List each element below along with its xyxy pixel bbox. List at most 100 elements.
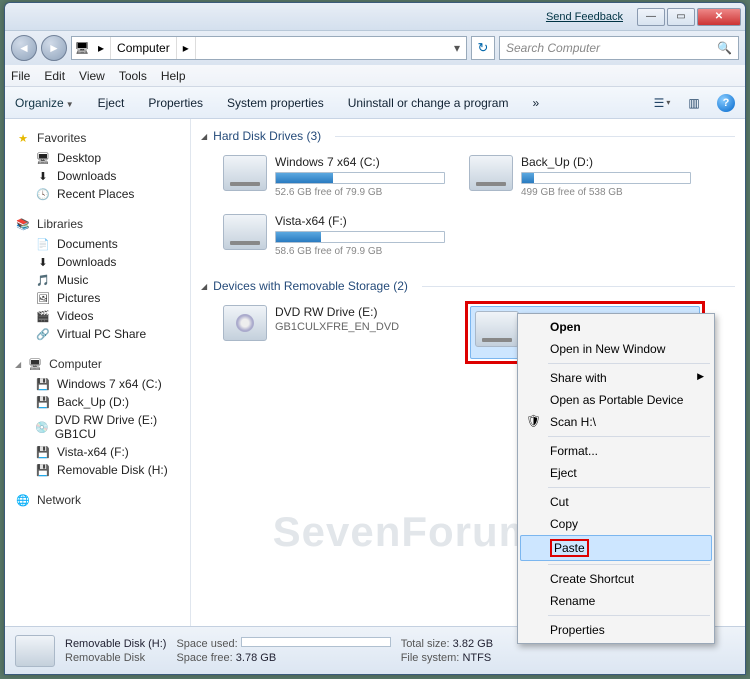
submenu-arrow-icon: ▶ xyxy=(697,371,704,382)
toolbar-overflow[interactable]: » xyxy=(532,96,539,110)
ctx-scan[interactable]: 🛡Scan H:\ xyxy=(520,411,712,433)
computer-icon: 🖥 xyxy=(72,41,92,55)
sidebar-recent[interactable]: 🕓Recent Places xyxy=(9,185,186,203)
sidebar-desktop[interactable]: 🖥Desktop xyxy=(9,149,186,167)
system-properties-button[interactable]: System properties xyxy=(227,96,324,110)
ctx-portable[interactable]: Open as Portable Device xyxy=(520,389,712,411)
shield-icon: 🛡 xyxy=(526,414,542,430)
menu-tools[interactable]: Tools xyxy=(119,69,147,83)
status-total-label: Total size: xyxy=(401,638,450,650)
search-input[interactable]: Search Computer 🔍 xyxy=(499,36,739,60)
ctx-open[interactable]: Open xyxy=(520,316,712,338)
documents-icon: 📄 xyxy=(35,237,51,251)
group-hdd-header[interactable]: ◢Hard Disk Drives (3) xyxy=(201,127,735,145)
ctx-eject[interactable]: Eject xyxy=(520,462,712,484)
network-header[interactable]: 🌐Network xyxy=(9,489,186,511)
sidebar-vpc[interactable]: 🔗Virtual PC Share xyxy=(9,325,186,343)
menu-help[interactable]: Help xyxy=(161,69,186,83)
breadcrumb-computer[interactable]: Computer xyxy=(111,37,177,59)
breadcrumb-arrow[interactable]: ▸ xyxy=(92,37,111,59)
ctx-share-with[interactable]: Share with▶ xyxy=(520,367,712,389)
network-icon: 🌐 xyxy=(15,493,31,507)
status-free-label: Space free: xyxy=(176,652,232,664)
close-button[interactable]: ✕ xyxy=(697,8,741,26)
breadcrumb-arrow2[interactable]: ▸ xyxy=(177,37,196,59)
sidebar-drive-h[interactable]: 💾Removable Disk (H:) xyxy=(9,461,186,479)
minimize-button[interactable]: — xyxy=(637,8,665,26)
usage-bar xyxy=(275,172,445,184)
drive-icon: 💾 xyxy=(35,395,51,409)
status-free-val: 3.78 GB xyxy=(236,652,276,664)
status-used-bar xyxy=(241,637,391,647)
menu-file[interactable]: File xyxy=(11,69,30,83)
drive-c[interactable]: Windows 7 x64 (C:) 52.6 GB free of 79.9 … xyxy=(219,151,449,202)
explorer-window: Send Feedback — ▭ ✕ ◄ ► 🖥 ▸ Computer ▸ ▾… xyxy=(4,2,746,675)
preview-pane-button[interactable]: ▥ xyxy=(685,94,703,112)
context-menu: Open Open in New Window Share with▶ Open… xyxy=(517,313,715,644)
downloads-icon: ⬇ xyxy=(35,255,51,269)
ctx-shortcut[interactable]: Create Shortcut xyxy=(520,568,712,590)
sidebar-downloads[interactable]: ⬇Downloads xyxy=(9,167,186,185)
drive-icon: 💾 xyxy=(35,445,51,459)
ctx-cut[interactable]: Cut xyxy=(520,491,712,513)
drive-free: 58.6 GB free of 79.9 GB xyxy=(275,246,445,257)
menu-edit[interactable]: Edit xyxy=(44,69,65,83)
ctx-open-new-window[interactable]: Open in New Window xyxy=(520,338,712,360)
menu-view[interactable]: View xyxy=(79,69,105,83)
refresh-button[interactable]: ↻ xyxy=(471,36,495,60)
libraries-header[interactable]: 📚Libraries xyxy=(9,213,186,235)
star-icon: ★ xyxy=(15,131,31,145)
drive-d[interactable]: Back_Up (D:) 499 GB free of 538 GB xyxy=(465,151,695,202)
sidebar-lib-downloads[interactable]: ⬇Downloads xyxy=(9,253,186,271)
forward-button[interactable]: ► xyxy=(41,35,67,61)
navbar: ◄ ► 🖥 ▸ Computer ▸ ▾ ↻ Search Computer 🔍 xyxy=(5,31,745,65)
status-fs-val: NTFS xyxy=(462,652,491,664)
drive-e[interactable]: DVD RW Drive (E:) GB1CULXFRE_EN_DVD xyxy=(219,301,449,364)
recent-icon: 🕓 xyxy=(35,187,51,201)
address-dropdown-icon[interactable]: ▾ xyxy=(448,41,466,55)
ctx-rename[interactable]: Rename xyxy=(520,590,712,612)
group-rem-header[interactable]: ◢Devices with Removable Storage (2) xyxy=(201,277,735,295)
status-used-label: Space used: xyxy=(176,638,237,650)
computer-header[interactable]: ◢🖥Computer xyxy=(9,353,186,375)
address-bar[interactable]: 🖥 ▸ Computer ▸ ▾ xyxy=(71,36,467,60)
uninstall-button[interactable]: Uninstall or change a program xyxy=(348,96,509,110)
status-name: Removable Disk (H:) xyxy=(65,638,166,650)
sidebar-drive-e[interactable]: 💿DVD RW Drive (E:) GB1CU xyxy=(9,411,186,443)
sidebar-pictures[interactable]: 🖼Pictures xyxy=(9,289,186,307)
sidebar-drive-f[interactable]: 💾Vista-x64 (F:) xyxy=(9,443,186,461)
dvd-icon xyxy=(223,305,267,341)
drive-name: Windows 7 x64 (C:) xyxy=(275,155,445,169)
status-total-val: 3.82 GB xyxy=(453,638,493,650)
sidebar-music[interactable]: 🎵Music xyxy=(9,271,186,289)
back-button[interactable]: ◄ xyxy=(11,35,37,61)
removable-icon xyxy=(475,311,519,347)
eject-button[interactable]: Eject xyxy=(98,96,125,110)
search-placeholder: Search Computer xyxy=(506,41,600,55)
sidebar-drive-d[interactable]: 💾Back_Up (D:) xyxy=(9,393,186,411)
drive-f[interactable]: Vista-x64 (F:) 58.6 GB free of 79.9 GB xyxy=(219,210,449,261)
properties-button[interactable]: Properties xyxy=(148,96,203,110)
help-button[interactable]: ? xyxy=(717,94,735,112)
paste-highlight: Paste xyxy=(550,539,589,557)
sidebar-drive-c[interactable]: 💾Windows 7 x64 (C:) xyxy=(9,375,186,393)
send-feedback-link[interactable]: Send Feedback xyxy=(546,11,623,23)
ctx-paste[interactable]: Paste xyxy=(520,535,712,561)
music-icon: 🎵 xyxy=(35,273,51,287)
group-hdd: ◢Hard Disk Drives (3) Windows 7 x64 (C:)… xyxy=(201,127,735,267)
maximize-button[interactable]: ▭ xyxy=(667,8,695,26)
usage-bar xyxy=(275,231,445,243)
expand-icon: ◢ xyxy=(15,360,21,369)
favorites-header[interactable]: ★Favorites xyxy=(9,127,186,149)
view-button[interactable]: ☰▾ xyxy=(653,94,671,112)
sidebar-documents[interactable]: 📄Documents xyxy=(9,235,186,253)
sidebar-videos[interactable]: 🎬Videos xyxy=(9,307,186,325)
ctx-format[interactable]: Format... xyxy=(520,440,712,462)
separator xyxy=(548,564,710,565)
removable-icon xyxy=(15,635,55,667)
ctx-properties[interactable]: Properties xyxy=(520,619,712,641)
organize-button[interactable]: Organize▼ xyxy=(15,96,74,110)
usage-bar xyxy=(521,172,691,184)
ctx-copy[interactable]: Copy xyxy=(520,513,712,535)
separator xyxy=(548,615,710,616)
